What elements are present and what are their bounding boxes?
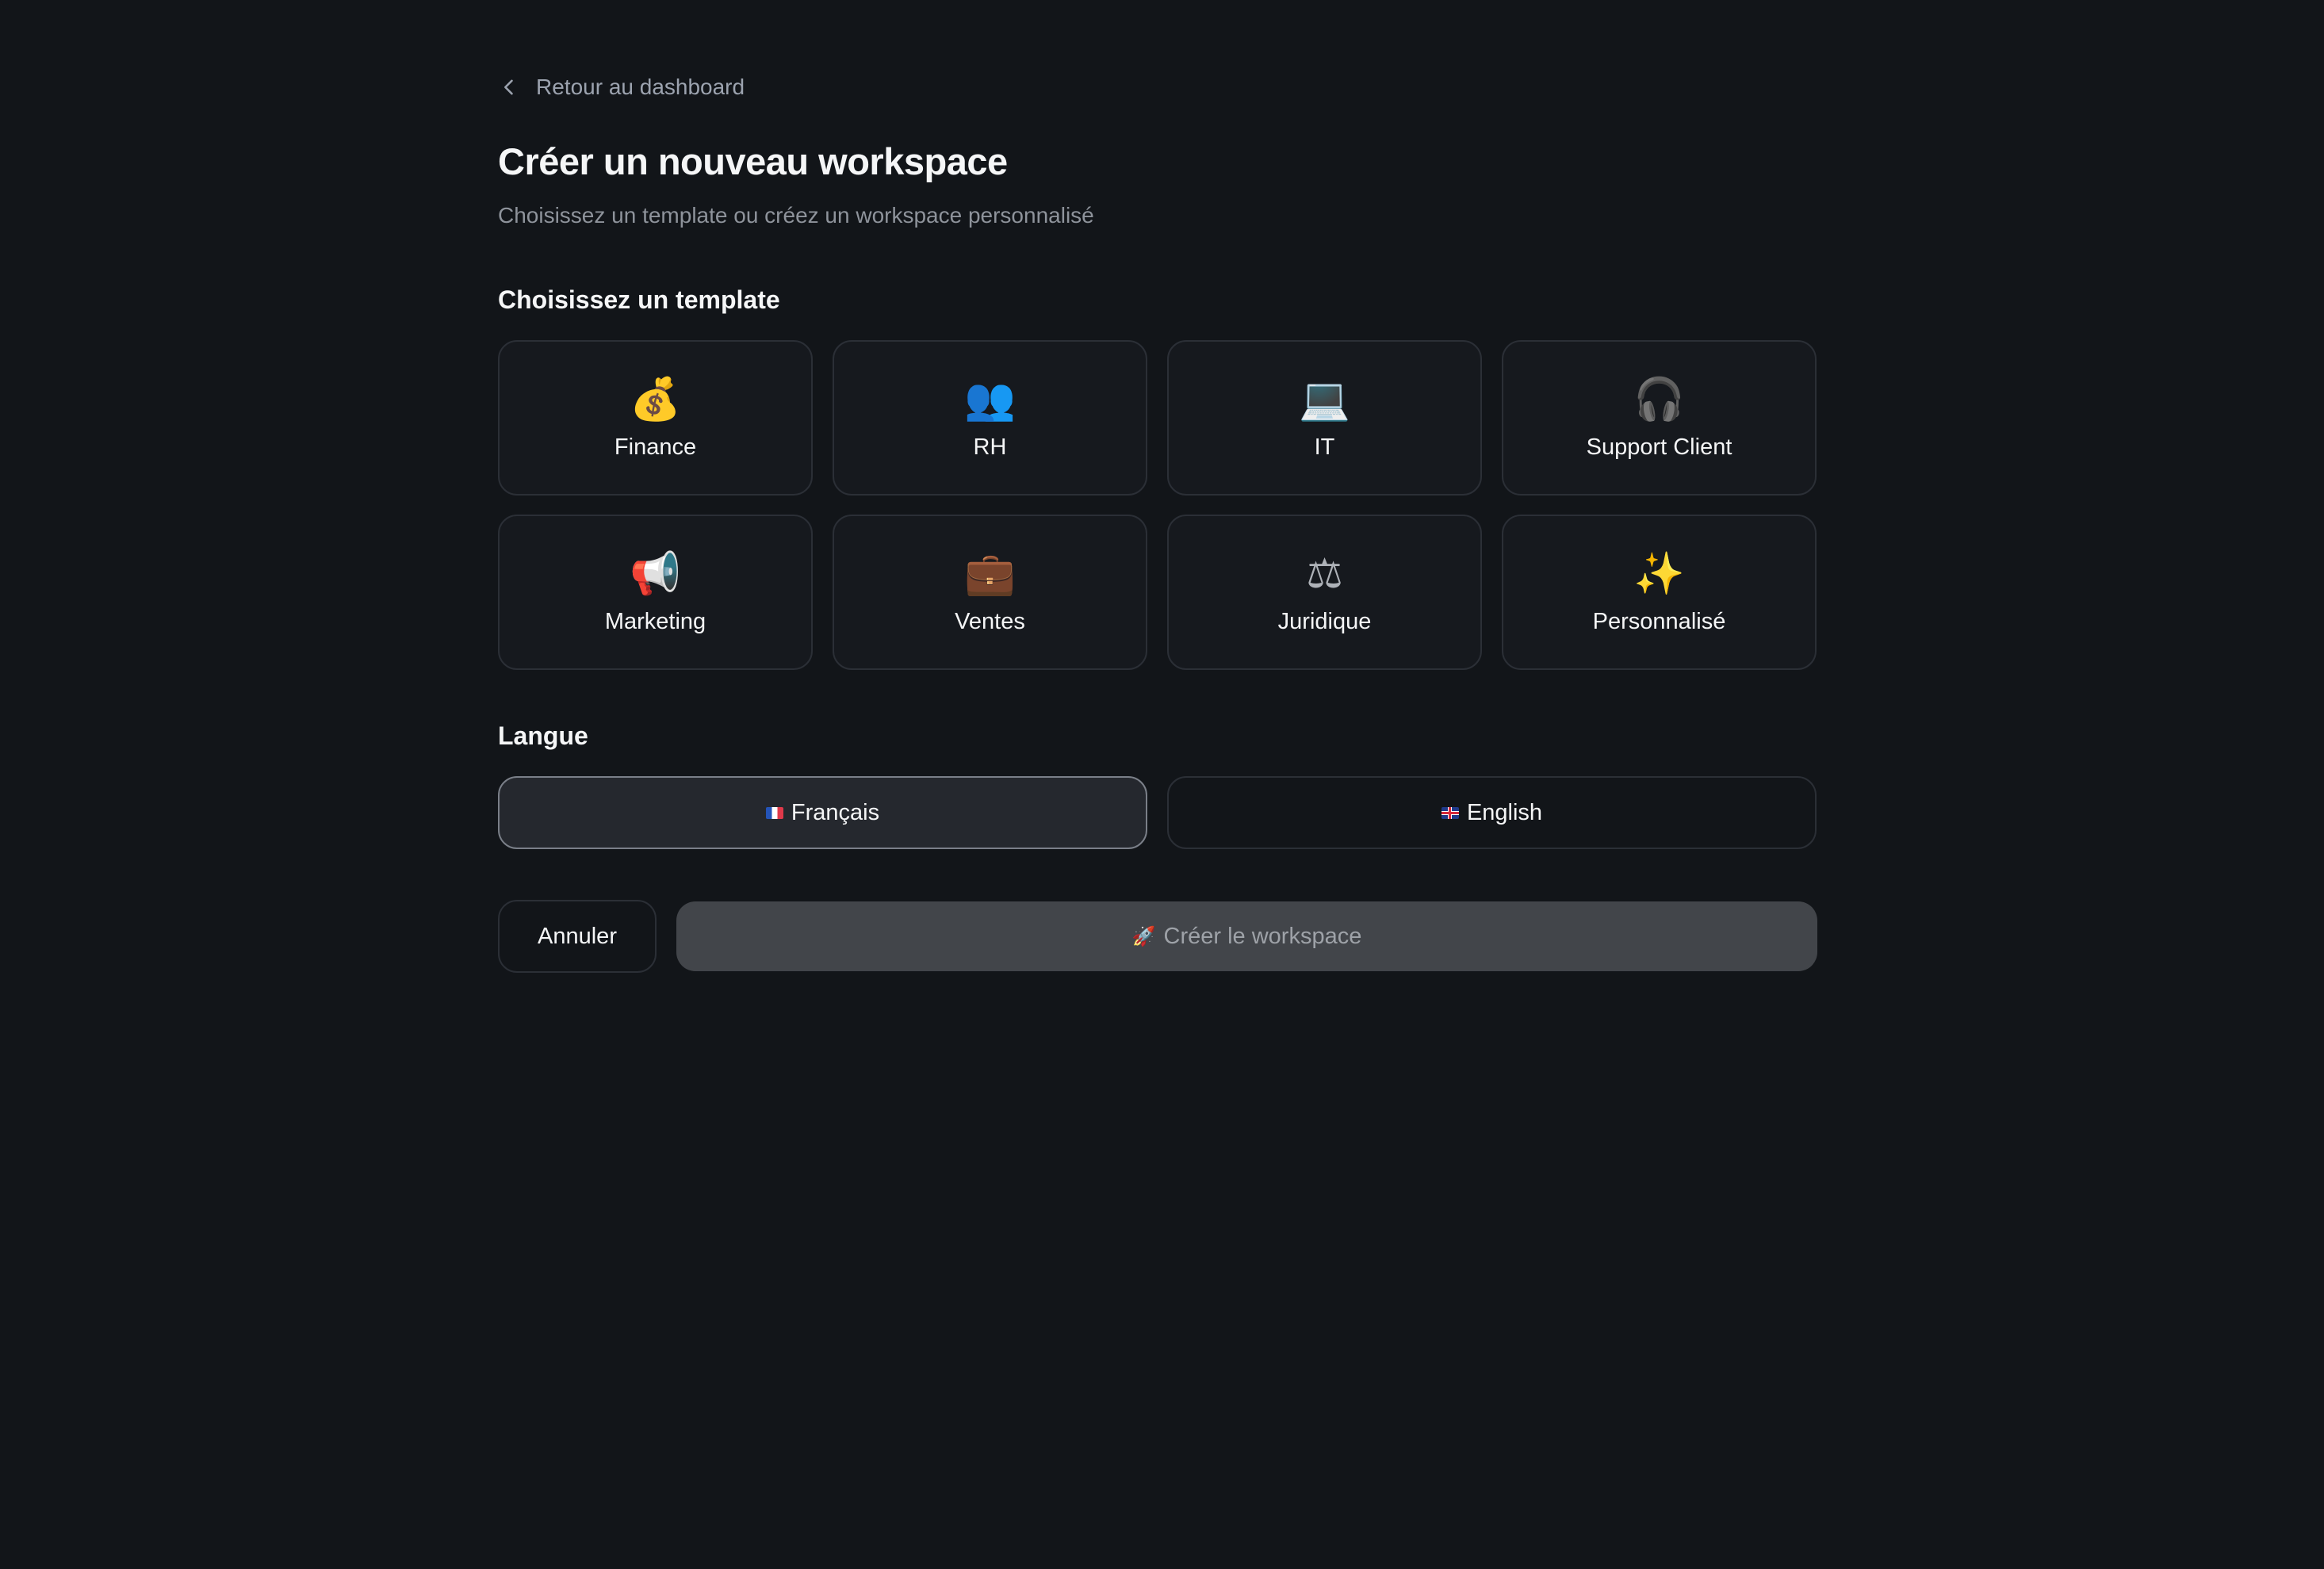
template-label: RH — [973, 434, 1007, 460]
create-workspace-button[interactable]: 🚀 Créer le workspace — [676, 901, 1817, 971]
language-option-english[interactable]: English — [1167, 776, 1817, 849]
chevron-left-icon — [504, 79, 513, 95]
template-label: Juridique — [1277, 608, 1372, 634]
language-label: Français — [791, 799, 880, 825]
template-card-juridique[interactable]: ⚖ Juridique — [1167, 515, 1482, 670]
language-options: Français English — [498, 776, 1817, 849]
template-label: Ventes — [955, 608, 1025, 634]
cancel-button[interactable]: Annuler — [498, 900, 657, 973]
rocket-icon: 🚀 — [1131, 925, 1156, 947]
language-label: English — [1466, 799, 1543, 825]
template-grid: 💰 Finance 👥 RH 💻 IT 🎧 Support Client 📢 M… — [498, 340, 1817, 670]
flag-fr-icon — [765, 806, 783, 819]
template-card-finance[interactable]: 💰 Finance — [498, 340, 813, 496]
create-workspace-label: Créer le workspace — [1163, 923, 1362, 949]
template-card-personnalise[interactable]: ✨ Personnalisé — [1502, 515, 1817, 670]
template-label: Personnalisé — [1592, 608, 1726, 634]
briefcase-icon: 💼 — [964, 549, 1016, 598]
template-card-rh[interactable]: 👥 RH — [833, 340, 1147, 496]
laptop-icon: 💻 — [1299, 375, 1350, 423]
template-card-marketing[interactable]: 📢 Marketing — [498, 515, 813, 670]
people-icon: 👥 — [964, 375, 1016, 423]
template-label: Marketing — [604, 608, 706, 634]
scales-icon: ⚖ — [1306, 549, 1343, 598]
back-to-dashboard-link[interactable]: Retour au dashboard — [498, 71, 745, 103]
language-option-francais[interactable]: Français — [498, 776, 1147, 849]
page-subtitle: Choisissez un template ou créez un works… — [498, 203, 1094, 228]
language-section-title: Langue — [498, 721, 588, 750]
headphones-icon: 🎧 — [1633, 375, 1685, 423]
form-actions: Annuler 🚀 Créer le workspace — [498, 900, 1817, 973]
template-card-it[interactable]: 💻 IT — [1167, 340, 1482, 496]
template-label: IT — [1314, 434, 1335, 460]
flag-uk-icon — [1441, 806, 1459, 819]
template-card-ventes[interactable]: 💼 Ventes — [833, 515, 1147, 670]
money-bag-icon: 💰 — [630, 375, 681, 423]
template-section-title: Choisissez un template — [498, 285, 780, 314]
megaphone-icon: 📢 — [630, 549, 681, 598]
template-card-support-client[interactable]: 🎧 Support Client — [1502, 340, 1817, 496]
page-title: Créer un nouveau workspace — [498, 140, 1008, 182]
back-link-label: Retour au dashboard — [536, 75, 745, 99]
template-label: Support Client — [1586, 434, 1732, 460]
template-label: Finance — [614, 434, 697, 460]
sparkles-icon: ✨ — [1633, 549, 1685, 598]
